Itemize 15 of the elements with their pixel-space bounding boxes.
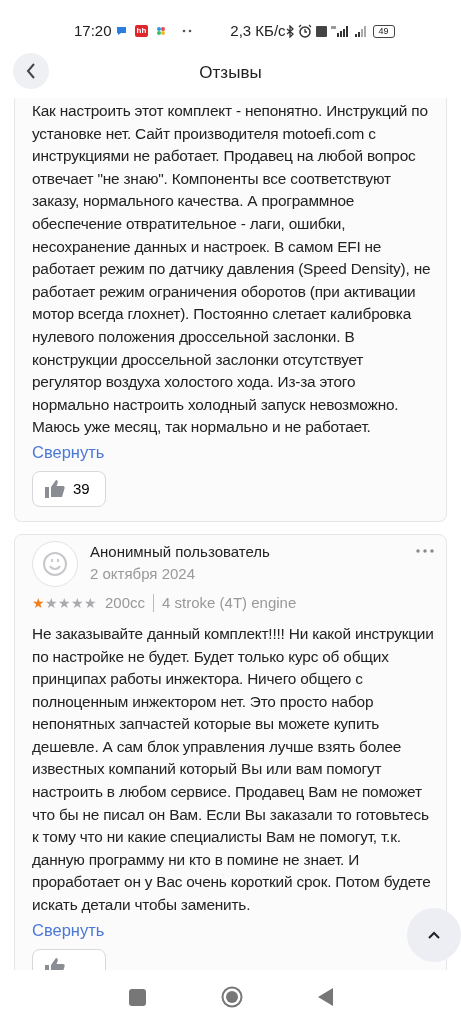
author-name: Анонимный пользователь <box>90 541 271 562</box>
network-speed-text: 2,3 КБ/с <box>230 20 286 41</box>
collapse-link[interactable]: Свернуть <box>32 439 105 465</box>
page-title: Отзывы <box>199 62 262 85</box>
clock-text: 17:20 <box>74 20 112 41</box>
review-text: Как настроить этот комплект - непонятно. Инструкций по установке нет. Сайт производителя motoefi.com с инструкциями не работает. Продавец на любой вопрос отвечает "не знаю". Компоненты все соответствуют заказу, нормального качества. А программное обеспечение отвратительное - лаги, ошибки, несохранение данных и настроек. В самом EFI не работает режим по датчику давления (Speed Density), не работает режим ограничения оборотов (при активации мотор всегда глохнет). Постоянно слетает калибровка нулевого положения дроссельной заслонки. В конструкции дроссельной заслонки отсутствует регулятор воздуха холостого хода. Из-за этого нормально настроить холодный запуск невозможно. Маюсь уже месяц, так нормально и не работает. <box>32 101 432 438</box>
review-text: Не заказывайте данный комплект!!!! Ни какой инструкции по настройке не будет. Будет только курс об общих принципах работы инжектора. Ничего общего с полноценным инжектором нет. Это просто набор непонятных запчастей которые вы можете купить дешевле. А сам блок управления лучше взять более известных компаний который Вы или вам помогут настроить в любом сервисе. Продавец Вам не поможет что бы не писал он Вам. Если Вы заказали то готовьтесь к тому что ни какие специалисты Вам не помогут, т.к. данную программу ни кто в помине не знает. И проработает он у Вас очень короткий срок. Потом будете искать детали чтобы заменить. <box>32 623 434 916</box>
like-button[interactable]: 39 <box>32 470 106 507</box>
product-variant-text: 4 stroke (4T) engine <box>162 592 297 613</box>
review-date: 2 октября 2024 <box>90 564 196 585</box>
collapse-link[interactable]: Свернуть <box>32 917 105 943</box>
notification-app-icon: hh <box>134 25 149 37</box>
star-rating: ★★★★★ <box>32 593 97 613</box>
battery-indicator: 49 <box>372 24 395 38</box>
product-variant-text: 200cc <box>105 592 146 613</box>
